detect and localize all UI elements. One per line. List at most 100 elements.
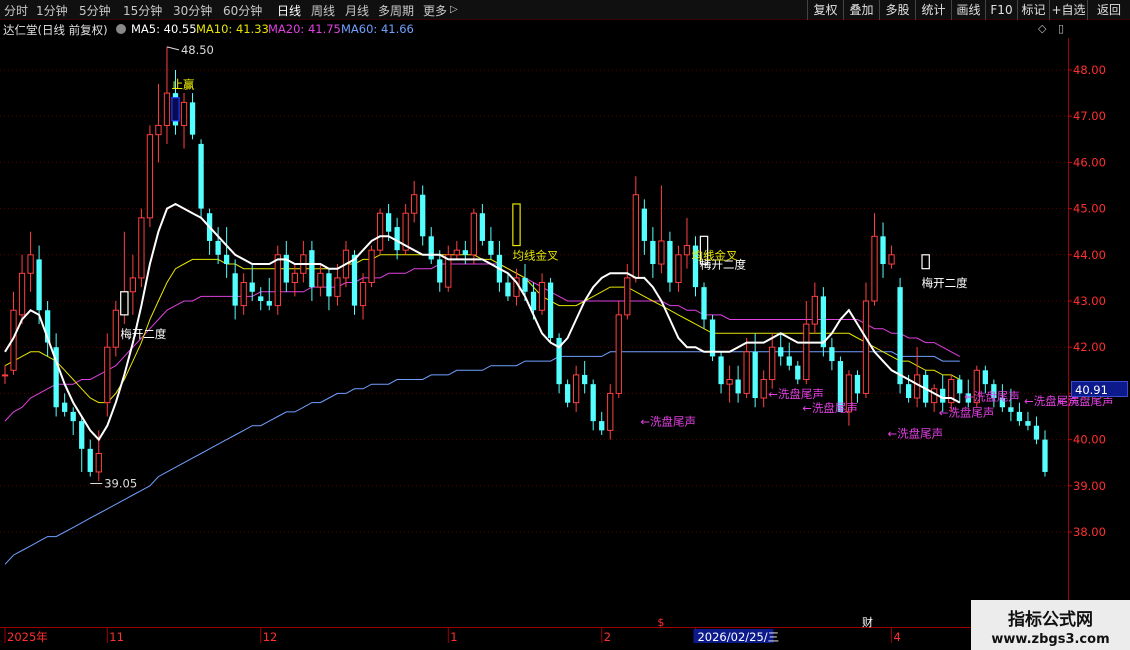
stock-title: 达仁堂(日线 前复权) <box>3 23 108 37</box>
candle-body-down <box>36 259 42 311</box>
panel-controls: ◇ ▯ <box>1038 22 1064 35</box>
candle-body-down <box>232 273 238 306</box>
tab-weekly[interactable]: 周线 <box>311 2 335 19</box>
candle-body-down <box>70 411 76 422</box>
tab-multi-period[interactable]: 多周期 <box>378 2 414 19</box>
more-arrow-icon[interactable]: ▷ <box>450 4 458 15</box>
tab-5min[interactable]: 5分钟 <box>79 2 111 19</box>
candle-body-up <box>291 272 298 284</box>
candle-body-up <box>359 282 367 307</box>
ma5-value: MA5: 40.55 <box>131 22 197 36</box>
candle-body-down <box>982 370 988 385</box>
candle-body-down <box>326 273 332 297</box>
candle-body-down <box>62 402 68 412</box>
candle-body-up <box>470 212 477 256</box>
candle-body-down <box>1008 407 1014 412</box>
y-tick-label: 44.00 <box>1073 248 1106 262</box>
signal-label: ←洗盘尾声 <box>802 401 858 415</box>
candle-body-up <box>274 254 281 307</box>
mark-button[interactable]: 标记 <box>1017 0 1049 20</box>
ma10-value: MA10: 41.33 <box>196 22 269 36</box>
candle-body-down <box>701 287 707 320</box>
candle-body-up <box>376 212 384 251</box>
x-tick-label: 2 <box>604 630 611 644</box>
fuquan-button[interactable]: 复权 <box>807 0 843 20</box>
candle-body-down <box>778 347 784 357</box>
signal-label: ←洗盘尾声 <box>888 426 944 440</box>
candle-body-up <box>624 277 631 316</box>
candle-body-down <box>462 250 468 255</box>
tab-1min[interactable]: 1分钟 <box>36 2 68 19</box>
y-tick-label: 43.00 <box>1073 294 1106 308</box>
stats-button[interactable]: 统计 <box>915 0 951 20</box>
candle-body-down <box>957 379 963 394</box>
candle-body-up <box>138 217 145 279</box>
signal-label: 止赢 <box>171 77 194 91</box>
candle-body-up <box>317 272 324 288</box>
candle-body-up <box>573 374 580 404</box>
candle-body-up <box>683 245 691 256</box>
signal-label: 梅开二度 <box>120 327 166 341</box>
candle-body-down <box>1025 421 1031 426</box>
tab-monthly[interactable]: 月线 <box>345 2 369 19</box>
y-tick-label: 46.00 <box>1073 155 1106 169</box>
tab-30min[interactable]: 30分钟 <box>173 2 212 19</box>
signal-box <box>512 203 521 247</box>
current-price-box: 40.91 <box>1071 381 1128 397</box>
y-tick-label: 45.00 <box>1073 202 1106 216</box>
candle-body-up <box>803 323 810 381</box>
signal-label: ←洗盘尾声 <box>939 406 995 420</box>
window-toggle-icon[interactable]: ▯ <box>1058 22 1064 35</box>
candle-body-down <box>582 374 588 385</box>
candle-body-up <box>163 92 171 126</box>
candle-body-up <box>112 309 119 348</box>
tab-60min[interactable]: 60分钟 <box>223 2 262 19</box>
settings-dot-icon[interactable] <box>116 24 126 34</box>
candle-body-down <box>351 254 358 306</box>
multi-stock-button[interactable]: 多股 <box>879 0 915 20</box>
draw-line-button[interactable]: 画线 <box>951 0 985 20</box>
tab-15min[interactable]: 15分钟 <box>123 2 162 19</box>
tab-fenshi[interactable]: 分时 <box>4 2 28 19</box>
signal-box <box>171 97 180 122</box>
candle-body-down <box>854 374 861 394</box>
x-tick-label: 4 <box>894 630 901 644</box>
diamond-icon[interactable]: ◇ <box>1038 22 1046 35</box>
candle-body-down <box>752 351 758 399</box>
candle-body-down <box>488 240 494 255</box>
toolbar: 分时 1分钟 5分钟 15分钟 30分钟 60分钟 日线 周线 月线 多周期 更… <box>0 0 1130 20</box>
candle-body-up <box>1 374 9 377</box>
candle-body-up <box>743 351 750 394</box>
candle-body-down <box>1033 425 1040 440</box>
candle-body-down <box>795 365 801 380</box>
candle-body-down <box>530 291 537 311</box>
candle-body-up <box>155 124 162 136</box>
candle-body-down <box>650 240 656 265</box>
signal-label: 均线金叉 <box>691 248 737 262</box>
candlestick-chart[interactable]: 48.0047.0046.0045.0044.0043.0042.0041.00… <box>0 0 1130 650</box>
y-tick-label: 47.00 <box>1073 109 1106 123</box>
signal-label: ←洗盘尾声 <box>964 389 1020 403</box>
candle-body-down <box>479 213 486 241</box>
candle-body-up <box>18 272 26 316</box>
tab-more[interactable]: 更多 <box>423 2 447 19</box>
watermark-title: 指标公式网 <box>1008 610 1093 630</box>
x-tick-label: 12 <box>263 630 278 644</box>
signal-label: ←洗盘尾声 <box>768 387 824 401</box>
add-watchlist-button[interactable]: +自选 <box>1049 0 1087 20</box>
f10-button[interactable]: F10 <box>985 0 1017 20</box>
candle-body-down <box>829 347 835 362</box>
ma20-value: MA20: 41.75 <box>268 22 341 36</box>
back-button[interactable]: 返回 <box>1087 0 1130 20</box>
candle-body-down <box>522 277 528 292</box>
tab-daily[interactable]: 日线 <box>277 2 301 19</box>
candle-body-up <box>862 300 870 394</box>
candle-body-up <box>931 388 938 404</box>
event-marker: $ <box>657 616 664 629</box>
candle-body-down <box>905 384 912 399</box>
candle-body-down <box>718 356 724 385</box>
signal-box <box>921 254 930 270</box>
overlay-button[interactable]: 叠加 <box>843 0 879 20</box>
candle-body-down <box>189 102 196 135</box>
candle-body-down <box>1042 439 1048 472</box>
